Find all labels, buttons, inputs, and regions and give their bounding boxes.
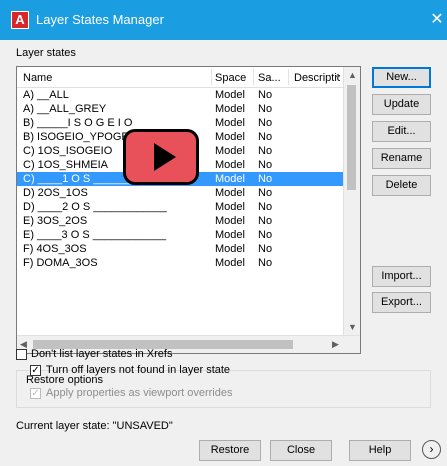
row-name: D) ____2 O S ____________ [23,201,167,213]
col-header-space[interactable]: Space [215,72,246,84]
list-header: Name Space Sa... Description ^ [17,67,347,88]
close-icon[interactable]: ✕ [427,9,447,29]
row-space: Model [215,243,245,255]
row-saved: No [258,201,273,213]
row-name: E) ____3 O S ____________ [23,229,167,241]
layer-states-label: Layer states [16,47,76,59]
more-options-icon[interactable]: › [422,440,441,459]
row-name: D) 2OS_1OS [23,187,88,199]
table-row[interactable]: F) DOMA_3OS Model No [17,256,347,270]
row-saved: No [258,131,273,143]
row-space: Model [215,215,245,227]
row-saved: No [258,257,273,269]
row-space: Model [215,117,245,129]
autocad-app-icon: A [11,11,29,29]
row-saved: No [258,243,273,255]
layer-states-list[interactable]: Name Space Sa... Description ^ A) __ALL M… [16,66,361,354]
row-space: Model [215,103,245,115]
rename-button[interactable]: Rename [372,148,431,169]
table-row[interactable]: F) 4OS_3OS Model No [17,242,347,256]
row-space: Model [215,131,245,143]
row-space: Model [215,173,245,185]
help-button[interactable]: Help [349,440,411,461]
export-button[interactable]: Export... [372,292,431,313]
scroll-up-icon[interactable]: ▲ [348,70,357,80]
row-space: Model [215,187,245,199]
row-space: Model [215,257,245,269]
close-button[interactable]: Close [270,440,332,461]
row-name: A) __ALL [23,89,69,101]
table-row[interactable]: A) __ALL_GREY Model No [17,102,347,116]
col-header-name[interactable]: Name [23,72,52,84]
new-button[interactable]: New... [372,67,431,88]
turn-off-layers-label: Turn off layers not found in layer state [46,364,231,376]
row-name: E) 3OS_2OS [23,215,88,227]
col-header-description[interactable]: Description [294,72,340,84]
restore-button[interactable]: Restore [199,440,261,461]
title-bar: A Layer States Manager ✕ [0,0,447,40]
row-saved: No [258,145,273,157]
row-name: C) 1OS_ISOGEIO [23,145,113,157]
row-space: Model [215,229,245,241]
apply-overrides-label: Apply properties as viewport overrides [46,387,233,399]
table-row[interactable]: E) 3OS_2OS Model No [17,214,347,228]
row-saved: No [258,215,273,227]
row-saved: No [258,159,273,171]
edit-button[interactable]: Edit... [372,121,431,142]
row-space: Model [215,145,245,157]
scroll-down-icon[interactable]: ▼ [348,322,357,332]
row-name: C) 1OS_SHMEIA [23,159,108,171]
current-layer-state: Current layer state: "UNSAVED" [16,420,173,432]
sort-ascending-icon: ^ [336,73,340,82]
row-saved: No [258,187,273,199]
row-name: F) DOMA_3OS [23,257,98,269]
table-row[interactable]: D) 2OS_1OS Model No [17,186,347,200]
row-saved: No [258,117,273,129]
apply-overrides-checkbox[interactable]: ✓ [30,388,41,399]
row-saved: No [258,229,273,241]
window-title: Layer States Manager [36,12,164,27]
table-row[interactable]: E) ____3 O S ____________ Model No [17,228,347,242]
row-name: A) __ALL_GREY [23,103,107,115]
row-space: Model [215,89,245,101]
row-saved: No [258,173,273,185]
xrefs-checkbox-label: Don't list layer states in Xrefs [31,348,173,360]
vertical-scroll-thumb[interactable] [347,85,356,190]
col-header-saved[interactable]: Sa... [258,72,281,84]
table-row[interactable]: A) __ALL Model No [17,88,347,102]
vertical-scrollbar[interactable]: ▲ ▼ [343,67,360,337]
import-button[interactable]: Import... [372,266,431,287]
delete-button[interactable]: Delete [372,175,431,196]
row-name: F) 4OS_3OS [23,243,87,255]
xrefs-checkbox[interactable] [16,349,27,360]
scroll-right-icon[interactable]: ▶ [332,339,339,350]
update-button[interactable]: Update [372,94,431,115]
row-saved: No [258,89,273,101]
row-name: B) _____I S O G E I O [23,117,133,129]
video-play-overlay-icon[interactable] [123,129,199,185]
row-space: Model [215,201,245,213]
table-row[interactable]: B) _____I S O G E I O Model No [17,116,347,130]
row-space: Model [215,159,245,171]
layer-states-manager-dialog: A Layer States Manager ✕ Layer states Na… [0,0,447,466]
row-saved: No [258,103,273,115]
table-row[interactable]: D) ____2 O S ____________ Model No [17,200,347,214]
turn-off-layers-checkbox[interactable]: ✓ [30,365,41,376]
